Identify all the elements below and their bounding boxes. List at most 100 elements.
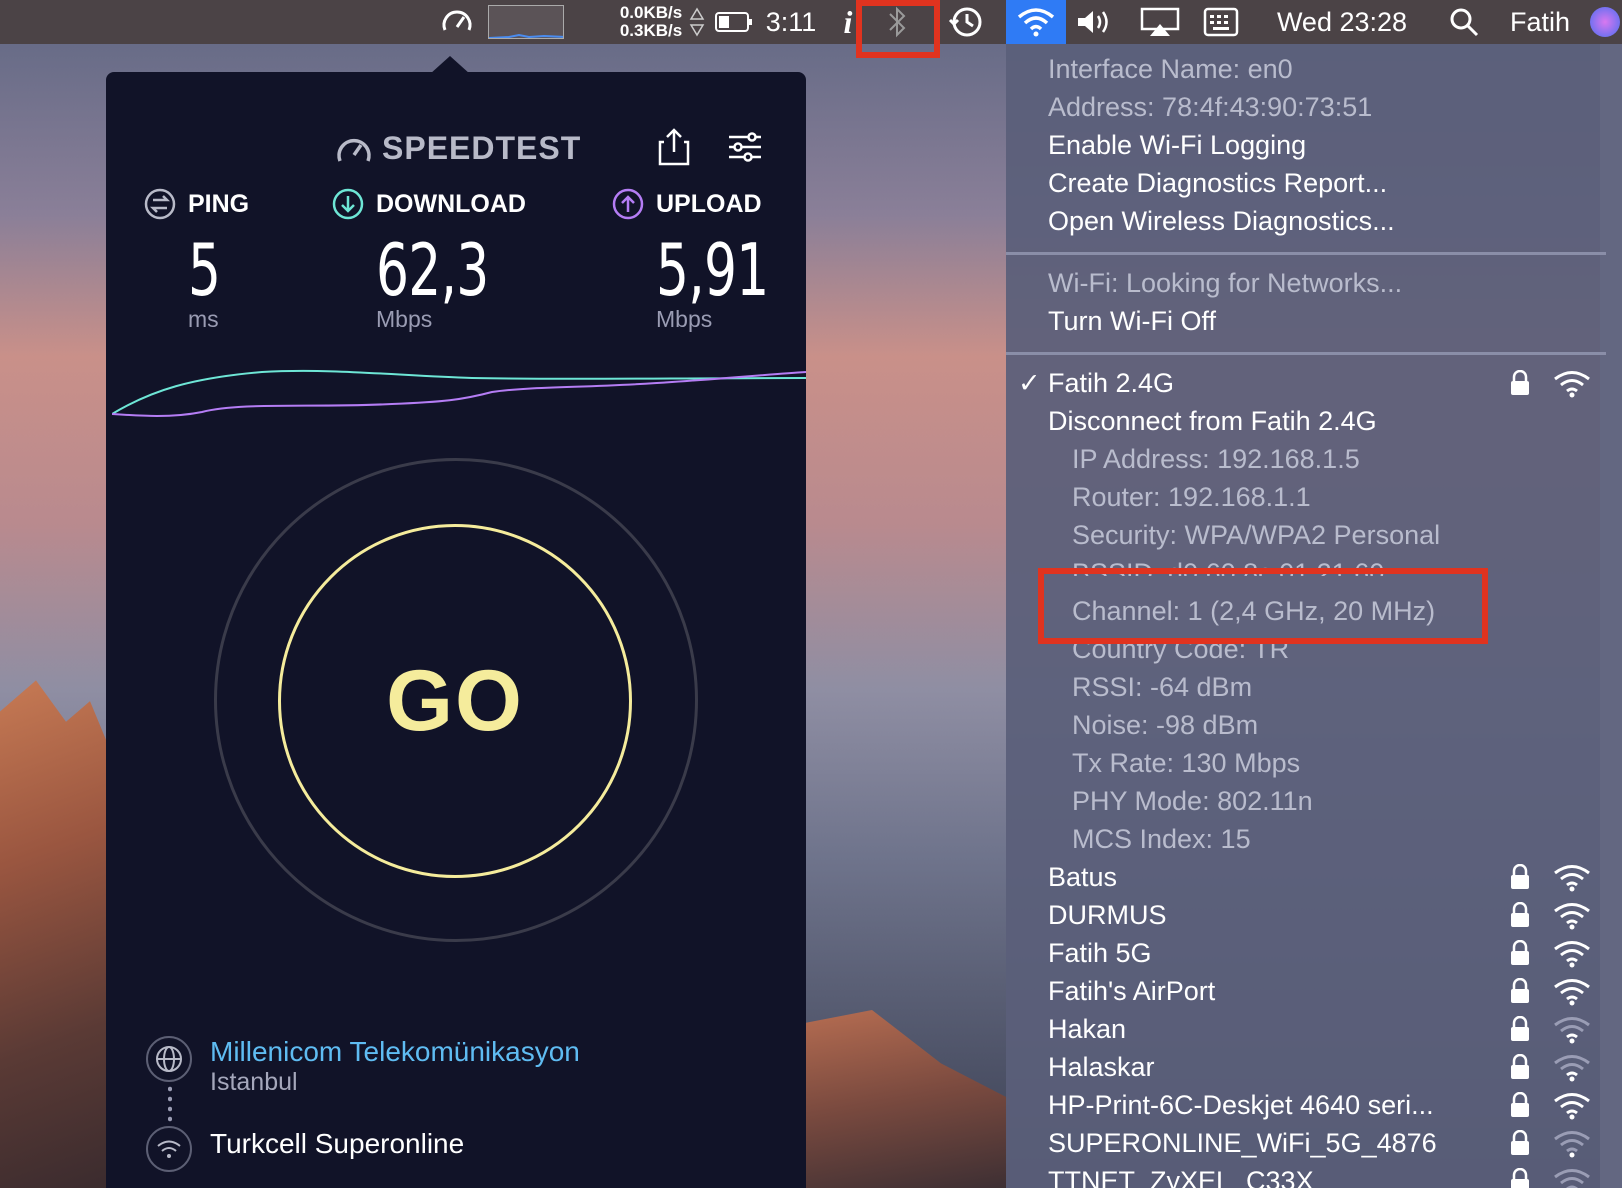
wifi-signal-icon <box>1554 865 1590 892</box>
lock-icon <box>1511 978 1529 1003</box>
speedtest-logo: SPEEDTEST <box>336 130 581 167</box>
ping-icon <box>144 188 176 220</box>
network-item-halaskar[interactable]: Halaskar <box>1048 1052 1155 1083</box>
speedometer-icon[interactable] <box>436 0 478 44</box>
lock-icon <box>1511 1016 1529 1041</box>
mac-address: Address: 78:4f:43:90:73:51 <box>1048 92 1373 122</box>
download-icon <box>332 188 364 220</box>
mcs-index: MCS Index: 15 <box>1072 824 1251 854</box>
globe-icon <box>146 1036 192 1082</box>
download-metric: DOWNLOAD 62,3 Mbps <box>332 188 532 333</box>
lock-icon <box>1511 1130 1529 1155</box>
download-label: DOWNLOAD <box>376 189 526 218</box>
isp-name: Turkcell Superonline <box>210 1128 465 1159</box>
channel-highlight-box <box>1038 568 1488 644</box>
lock-icon <box>1511 940 1529 965</box>
wifi-signal-weak-icon <box>1554 1055 1590 1082</box>
lock-icon <box>1511 864 1529 889</box>
ping-label: PING <box>188 189 250 218</box>
connection-dots <box>168 1084 172 1124</box>
wifi-signal-weak-icon <box>1554 1017 1590 1044</box>
bluetooth-highlight-box <box>856 0 940 58</box>
netstat-up: 0.3KB/s <box>619 21 683 40</box>
battery-time[interactable]: 3:11 <box>760 0 822 44</box>
upload-label: UPLOAD <box>656 189 762 218</box>
lock-icon <box>1511 1054 1529 1079</box>
lock-icon <box>1511 902 1529 927</box>
interface-name: Interface Name: en0 <box>1048 54 1293 84</box>
connected-network-item[interactable]: Fatih 2.4G <box>1048 368 1174 399</box>
airplay-icon[interactable] <box>1136 0 1184 44</box>
wifi-signal-icon <box>1554 941 1590 968</box>
network-item-durmus[interactable]: DURMUS <box>1048 900 1167 931</box>
upload-value: 5,91 <box>656 228 769 312</box>
router-address: Router: 192.168.1.1 <box>1072 482 1311 512</box>
network-item-fatih-5g[interactable]: Fatih 5G <box>1048 938 1152 969</box>
create-diagnostics-report-item[interactable]: Create Diagnostics Report... <box>1048 168 1387 199</box>
network-item-hakan[interactable]: Hakan <box>1048 1014 1126 1045</box>
disconnect-item[interactable]: Disconnect from Fatih 2.4G <box>1048 406 1377 437</box>
lock-icon <box>1511 370 1529 395</box>
server-name[interactable]: Millenicom Telekomünikasyon <box>210 1036 580 1068</box>
network-item-hp-print[interactable]: HP-Print-6C-Deskjet 4640 seri... <box>1048 1090 1434 1121</box>
wifi-status: Wi-Fi: Looking for Networks... <box>1048 268 1403 298</box>
ip-address: IP Address: 192.168.1.5 <box>1072 444 1360 474</box>
network-item-superonline[interactable]: SUPERONLINE_WiFi_5G_4876 <box>1048 1128 1437 1159</box>
security-type: Security: WPA/WPA2 Personal <box>1072 520 1441 550</box>
arrows-icon <box>688 0 706 44</box>
wifi-signal-weak-icon <box>1554 1131 1590 1158</box>
download-value: 62,3 <box>376 228 489 312</box>
upload-icon <box>612 188 644 220</box>
menu-separator <box>1006 352 1606 355</box>
wifi-icon[interactable] <box>1006 0 1066 44</box>
network-item-fatihs-airport[interactable]: Fatih's AirPort <box>1048 976 1215 1007</box>
go-label: GO <box>386 652 524 749</box>
isp-wifi-icon <box>146 1126 192 1172</box>
speedtest-logo-text: SPEEDTEST <box>382 130 582 166</box>
wifi-signal-weak-icon <box>1554 1169 1590 1188</box>
go-button[interactable]: GO <box>278 524 632 878</box>
speedtest-logo-icon <box>337 138 371 162</box>
battery-icon[interactable] <box>714 0 754 44</box>
phy-mode: PHY Mode: 802.11n <box>1072 786 1313 816</box>
siri-icon[interactable] <box>1590 0 1622 44</box>
open-wireless-diagnostics-item[interactable]: Open Wireless Diagnostics... <box>1048 206 1395 237</box>
search-icon[interactable] <box>1444 0 1484 44</box>
ping-value: 5 <box>188 228 221 312</box>
settings-sliders-icon[interactable] <box>728 132 762 167</box>
ping-metric: PING 5 ms <box>144 188 249 333</box>
wifi-signal-icon <box>1554 1093 1590 1120</box>
keyboard-icon[interactable] <box>1198 0 1244 44</box>
wifi-signal-icon <box>1554 371 1590 398</box>
menu-bar: 0.0KB/s 0.3KB/s 3:11 i Wed 23:28 Fatih <box>0 0 1622 58</box>
turn-wifi-off-item[interactable]: Turn Wi-Fi Off <box>1048 306 1216 337</box>
network-item-batus[interactable]: Batus <box>1048 862 1117 893</box>
rssi: RSSI: -64 dBm <box>1072 672 1253 702</box>
user-name[interactable]: Fatih <box>1500 0 1580 44</box>
speedtest-popover: SPEEDTEST PING 5 ms DOWNLOAD 62,3 Mbps U… <box>106 72 806 1188</box>
server-city: Istanbul <box>210 1068 298 1096</box>
menu-separator <box>1006 252 1606 255</box>
activity-graph-icon[interactable] <box>486 0 566 44</box>
network-item-ttnet[interactable]: TTNET_ZyXEL_C33X <box>1048 1166 1314 1188</box>
download-speed-line <box>112 369 806 415</box>
share-icon[interactable] <box>658 128 690 171</box>
netstat-down: 0.0KB/s <box>619 3 683 22</box>
wifi-signal-icon <box>1554 979 1590 1006</box>
speed-history-graph <box>112 369 806 417</box>
noise: Noise: -98 dBm <box>1072 710 1259 740</box>
desktop-wallpaper-mountain <box>0 680 120 1188</box>
volume-icon[interactable] <box>1072 0 1116 44</box>
enable-wifi-logging-item[interactable]: Enable Wi-Fi Logging <box>1048 130 1306 161</box>
network-speed-readout[interactable]: 0.0KB/s 0.3KB/s <box>606 0 696 44</box>
lock-icon <box>1511 1168 1529 1188</box>
lock-icon <box>1511 1092 1529 1117</box>
time-machine-icon[interactable] <box>944 0 988 44</box>
clock[interactable]: Wed 23:28 <box>1262 0 1422 44</box>
checkmark-icon: ✓ <box>1018 368 1041 398</box>
upload-metric: UPLOAD 5,91 Mbps <box>612 188 812 333</box>
tx-rate: Tx Rate: 130 Mbps <box>1072 748 1301 778</box>
wifi-signal-icon <box>1554 903 1590 930</box>
desktop-wallpaper-peak <box>780 1010 1010 1188</box>
wifi-dropdown-menu: Interface Name: en0 Address: 78:4f:43:90… <box>1006 44 1622 1188</box>
